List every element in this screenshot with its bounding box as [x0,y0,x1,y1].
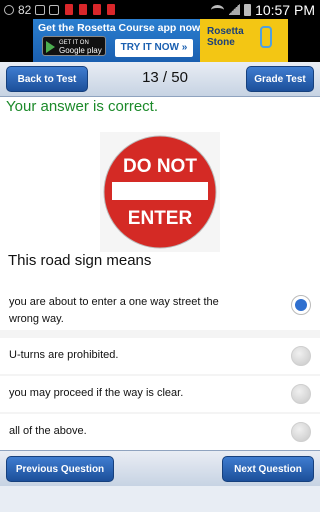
answer-option-2[interactable]: U-turns are prohibited. [0,338,320,374]
brand-line2: Stone [207,37,235,48]
clock: 10:57 PM [255,1,315,18]
status-bar: 82 10:57 PM [0,0,320,19]
answer-text: all of the above. [9,425,87,437]
store-line2: Google play [59,46,102,55]
previous-question-button[interactable]: Previous Question [6,456,114,482]
notification-count: 82 [18,2,32,17]
next-question-button[interactable]: Next Question [222,456,314,482]
answer-result: Your answer is correct. [6,98,159,115]
bottom-nav-bar: Previous Question Next Question [0,450,320,486]
signal-icon [228,4,241,15]
answer-list: you are about to enter a one way street … [0,285,320,450]
answer-option-1[interactable]: you are about to enter a one way street … [0,285,320,330]
google-play-badge[interactable]: GET IT ON Google play [42,36,106,56]
rosetta-logo-icon [260,26,272,48]
answer-text: you may proceed if the way is clear. [9,387,184,399]
brand-name: Rosetta Stone [207,26,244,48]
do-not-enter-sign: DO NOT ENTER [103,135,217,249]
question-text: This road sign means [8,252,152,269]
app-icon [107,4,116,15]
wifi-icon [211,4,225,15]
top-nav-bar: Back to Test 13 / 50 Grade Test [0,62,320,97]
ad-headline: Get the Rosetta Course app now. [38,22,203,34]
app-icon [49,4,60,15]
question-progress: 13 / 50 [142,69,188,86]
app-icon [79,4,88,15]
message-icon [35,4,46,15]
radio-unselected[interactable] [291,346,311,366]
answer-text: you are about to enter a one way street … [9,296,219,325]
sign-text-bottom: ENTER [128,208,193,229]
grade-test-button[interactable]: Grade Test [246,66,314,92]
answer-option-3[interactable]: you may proceed if the way is clear. [0,376,320,412]
app-icon [93,4,102,15]
app-icon [65,4,74,15]
footer-area [0,486,320,512]
radio-unselected[interactable] [291,384,311,404]
answer-text: U-turns are prohibited. [9,349,119,361]
try-it-now-button[interactable]: TRY IT NOW » [115,39,193,57]
sign-text-top: DO NOT [123,156,197,177]
radio-unselected[interactable] [291,422,311,442]
back-to-test-button[interactable]: Back to Test [6,66,88,92]
brand-line1: Rosetta [207,26,244,37]
battery-icon [244,3,252,16]
road-sign-image: DO NOT ENTER [100,132,220,252]
play-store-icon [46,41,55,53]
answer-option-4[interactable]: all of the above. [0,414,320,450]
radio-selected[interactable] [291,295,311,315]
usb-icon [4,4,14,15]
